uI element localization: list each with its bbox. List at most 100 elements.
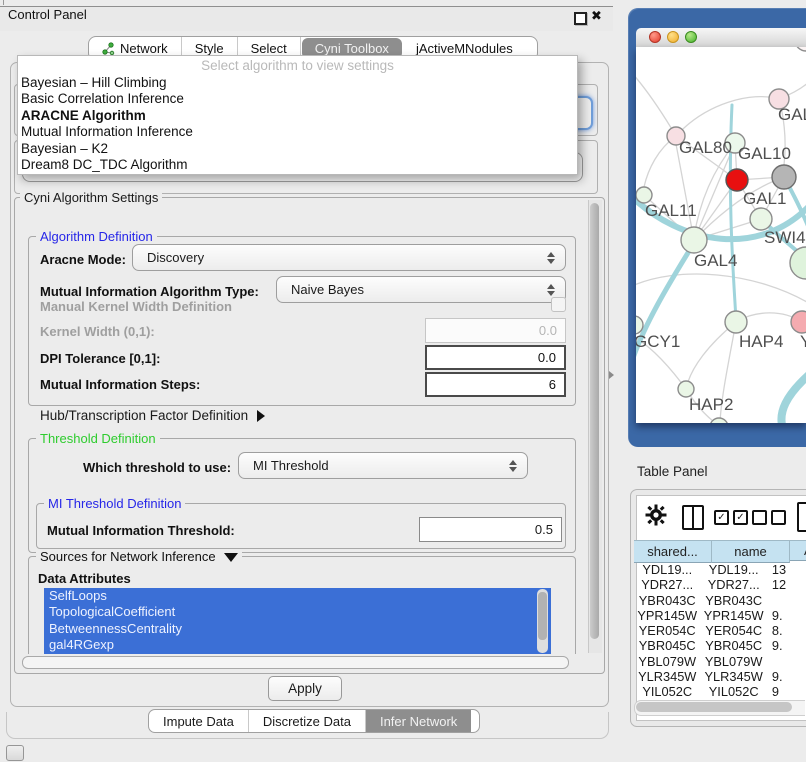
sources-title[interactable]: Sources for Network Inference — [36, 549, 242, 564]
node-table: YDL19...YDL19...13 YDR27...YDR27...12 YB… — [634, 562, 806, 699]
tab-discretize-data[interactable]: Discretize Data — [249, 710, 366, 732]
cell: YBR043C — [634, 593, 700, 608]
table-row[interactable]: YLR345WYLR345W9. — [634, 669, 806, 684]
table-row[interactable]: YDR27...YDR27...12 — [634, 577, 806, 592]
attribute-item[interactable]: gal4RGexp — [44, 637, 551, 653]
collapsed-panel-button[interactable] — [6, 745, 24, 761]
gear-icon[interactable] — [645, 504, 667, 526]
show-columns-icon[interactable] — [682, 505, 704, 530]
node-hap4[interactable] — [725, 311, 747, 333]
attribute-item[interactable]: BetweennessCentrality — [44, 621, 551, 637]
column-header-name[interactable]: name — [712, 540, 790, 563]
attribute-item[interactable]: TopologicalCoefficient — [44, 604, 551, 620]
node-y-pink[interactable] — [791, 311, 806, 333]
which-threshold-combobox[interactable]: MI Threshold — [238, 452, 528, 479]
aracne-mode-value: Discovery — [147, 250, 204, 265]
cell: YER054C — [634, 623, 700, 638]
app-window: Control Panel ✖ Network Style Select Cyn… — [0, 0, 806, 762]
cell: YER054C — [700, 623, 766, 638]
algorithm-option[interactable]: Dream8 DC_TDC Algorithm — [18, 157, 577, 173]
bottom-tab-bar: Impute Data Discretize Data Infer Networ… — [148, 709, 480, 733]
checkbox-checked-icon: ✓ — [714, 510, 729, 525]
table-row[interactable]: YIL052CYIL052C9 — [634, 684, 806, 699]
kernel-width-field[interactable]: 0.0 — [425, 318, 566, 343]
table-row[interactable]: YBL079WYBL079W — [634, 654, 806, 669]
algorithm-option[interactable]: Basic Correlation Inference — [18, 91, 577, 107]
algorithm-option[interactable]: Mutual Information Inference — [18, 124, 577, 140]
node-label: GAL10 — [738, 144, 791, 163]
network-window-titlebar[interactable] — [636, 28, 806, 48]
minimize-traffic-light-icon[interactable] — [667, 31, 679, 43]
table-row[interactable]: YBR045CYBR045C9. — [634, 638, 806, 653]
expand-right-icon — [257, 410, 265, 422]
settings-vertical-scrollbar-thumb[interactable] — [590, 203, 599, 639]
node-gal10-red[interactable] — [726, 169, 748, 191]
stepper-arrows-icon — [547, 284, 555, 296]
node-label: GAL — [778, 105, 806, 124]
cell: YPR145W — [700, 608, 766, 623]
table-row[interactable]: YDL19...YDL19...13 — [634, 562, 806, 577]
which-threshold-label: Which threshold to use: — [83, 460, 231, 475]
manual-kernel-checkbox[interactable] — [551, 297, 566, 312]
cell: YIL052C — [634, 684, 700, 699]
table-panel-title: Table Panel — [637, 464, 708, 479]
node-label: GCY1 — [636, 332, 680, 351]
table-row[interactable]: YBR043CYBR043C — [634, 593, 806, 608]
mi-steps-field[interactable]: 6 — [425, 372, 566, 397]
cell: YLR345W — [634, 669, 700, 684]
aracne-mode-combobox[interactable]: Discovery — [132, 244, 566, 271]
mi-type-value: Naive Bayes — [291, 282, 364, 297]
hub-section-toggle[interactable]: Hub/Transcription Factor Definition — [40, 408, 265, 423]
cell: YDL19... — [634, 562, 700, 577]
table-horizontal-scrollbar-thumb[interactable] — [636, 702, 792, 712]
network-icon — [102, 42, 115, 55]
mi-threshold-field[interactable]: 0.5 — [419, 517, 562, 542]
zoom-traffic-light-icon[interactable] — [685, 31, 697, 43]
node-gray[interactable] — [772, 165, 796, 189]
dpi-tolerance-field[interactable]: 0.0 — [425, 345, 566, 370]
panel-title: Control Panel — [8, 7, 87, 22]
cell: YBL079W — [634, 654, 700, 669]
network-node-labels: GAL GAL80 GAL10 GAL11 GAL1 SWI4 GAL4 GCY… — [636, 105, 806, 414]
table-row[interactable]: YPR145WYPR145W9. — [634, 608, 806, 623]
algorithm-option-selected[interactable]: ARACNE Algorithm — [18, 108, 577, 124]
select-all-checkboxes-icon[interactable]: ✓ ✓ — [714, 510, 748, 525]
mi-type-combobox[interactable]: Naive Bayes — [276, 276, 566, 303]
close-traffic-light-icon[interactable] — [649, 31, 661, 43]
column-header-shared-name[interactable]: shared... — [634, 540, 712, 563]
column-header-partial[interactable]: A — [790, 540, 806, 561]
cell: 8. — [767, 623, 806, 638]
hub-section-label: Hub/Transcription Factor Definition — [40, 408, 248, 423]
network-canvas[interactable]: GAL GAL80 GAL10 GAL11 GAL1 SWI4 GAL4 GCY… — [636, 47, 806, 423]
node-partial-bottom[interactable] — [710, 418, 728, 423]
node-gal4[interactable] — [681, 227, 707, 253]
cell: 13 — [767, 562, 806, 577]
tab-impute-data[interactable]: Impute Data — [149, 710, 249, 732]
apply-button[interactable]: Apply — [268, 676, 342, 701]
float-window-icon[interactable] — [574, 12, 587, 25]
checkbox-unchecked-icon — [771, 510, 786, 525]
document-icon[interactable] — [797, 502, 806, 532]
cell: 12 — [767, 577, 806, 592]
tab-label: Impute Data — [163, 714, 234, 729]
splitpane-collapse-arrow[interactable] — [609, 371, 614, 379]
tab-label: Infer Network — [380, 714, 457, 729]
algorithm-option[interactable]: Bayesian – K2 — [18, 141, 577, 157]
tab-label: Style — [195, 41, 224, 56]
close-icon[interactable]: ✖ — [591, 8, 602, 24]
dropdown-prompt: Select algorithm to view settings — [18, 56, 577, 75]
deselect-all-checkboxes-icon[interactable] — [752, 510, 786, 525]
attribute-item[interactable]: SelfLoops — [44, 588, 551, 604]
algorithm-option[interactable]: Bayesian – Hill Climbing — [18, 75, 577, 91]
settings-horizontal-scrollbar-thumb[interactable] — [22, 656, 569, 669]
tab-label: Discretize Data — [263, 714, 351, 729]
table-row[interactable]: YER054CYER054C8. — [634, 623, 806, 638]
node-gal1[interactable] — [750, 208, 772, 230]
node-partial-top[interactable] — [795, 47, 806, 51]
node-label: Y — [800, 332, 806, 351]
attribute-list-scrollbar-thumb[interactable] — [538, 592, 547, 640]
node-label: HAP2 — [689, 395, 733, 414]
node-right-green[interactable] — [790, 247, 806, 279]
aracne-mode-label: Aracne Mode: — [40, 252, 126, 267]
tab-infer-network[interactable]: Infer Network — [366, 710, 471, 732]
